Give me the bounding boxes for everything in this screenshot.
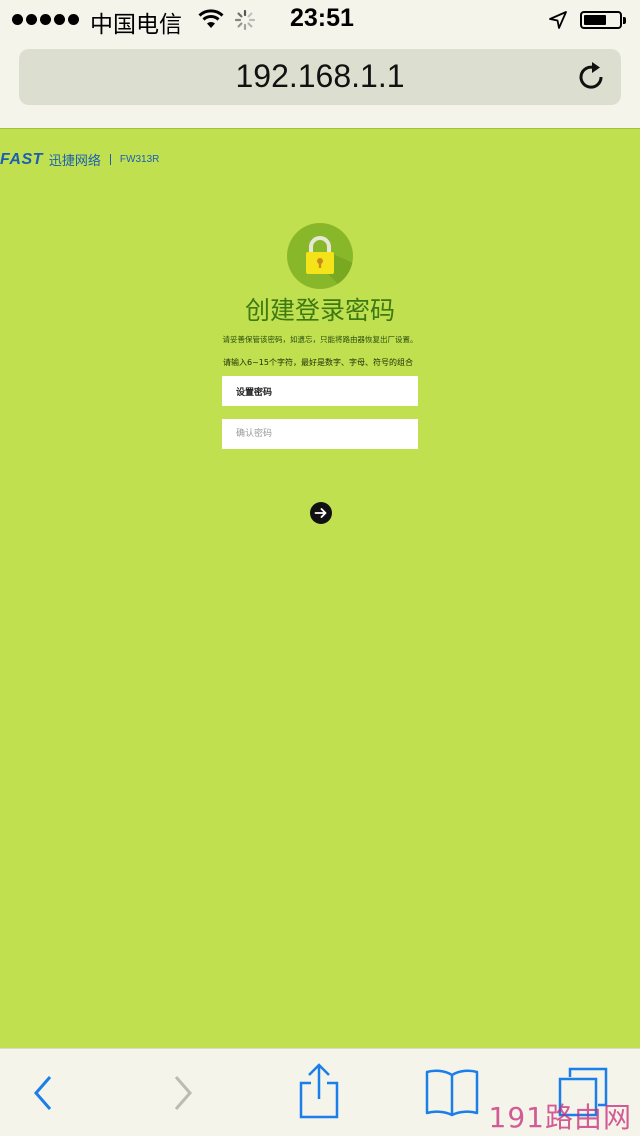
next-button[interactable] xyxy=(310,502,332,524)
share-icon[interactable] xyxy=(296,1063,342,1121)
brand-divider xyxy=(109,154,111,165)
status-time: 23:51 xyxy=(290,4,354,32)
lock-icon xyxy=(306,236,353,289)
page-title: 创建登录密码 xyxy=(244,296,395,325)
back-icon[interactable] xyxy=(28,1073,58,1113)
set-password-input[interactable] xyxy=(222,376,418,406)
confirm-password-input[interactable] xyxy=(222,419,418,449)
forward-icon[interactable] xyxy=(168,1073,198,1113)
router-setup-page: FAST 迅捷网络 FW313R 创建登录密码 请妥善保管该密码，如遗忘，只能将… xyxy=(0,128,640,1048)
reload-icon[interactable] xyxy=(577,61,607,93)
address-bar[interactable]: 192.168.1.1 xyxy=(19,49,621,105)
password-rule-text: 请输入6~15个字符，最好是数字、字母、符号的组合 xyxy=(223,358,413,367)
carrier-name: 中国电信 xyxy=(90,12,182,38)
lock-badge xyxy=(287,223,353,289)
password-warning-text: 请妥善保管该密码，如遗忘，只能将路由器恢复出厂设置。 xyxy=(222,335,418,344)
brand-name: 迅捷网络 xyxy=(48,154,101,169)
bookmarks-icon[interactable] xyxy=(424,1067,480,1117)
router-model: FW313R xyxy=(119,154,160,165)
wifi-icon xyxy=(198,9,224,28)
watermark: 191路由网 xyxy=(488,1101,632,1134)
activity-spinner-icon xyxy=(234,9,256,31)
signal-dots-icon xyxy=(12,14,79,25)
brand-header: FAST 迅捷网络 FW313R xyxy=(0,150,160,170)
status-bar: 中国电信 23:51 xyxy=(0,0,640,40)
url-text[interactable]: 192.168.1.1 xyxy=(19,58,621,95)
browser-address-area: 192.168.1.1 xyxy=(0,40,640,128)
brand-logo: FAST xyxy=(0,150,43,168)
arrow-right-icon xyxy=(314,508,327,518)
location-arrow-icon xyxy=(549,11,567,29)
battery-icon xyxy=(580,11,626,29)
